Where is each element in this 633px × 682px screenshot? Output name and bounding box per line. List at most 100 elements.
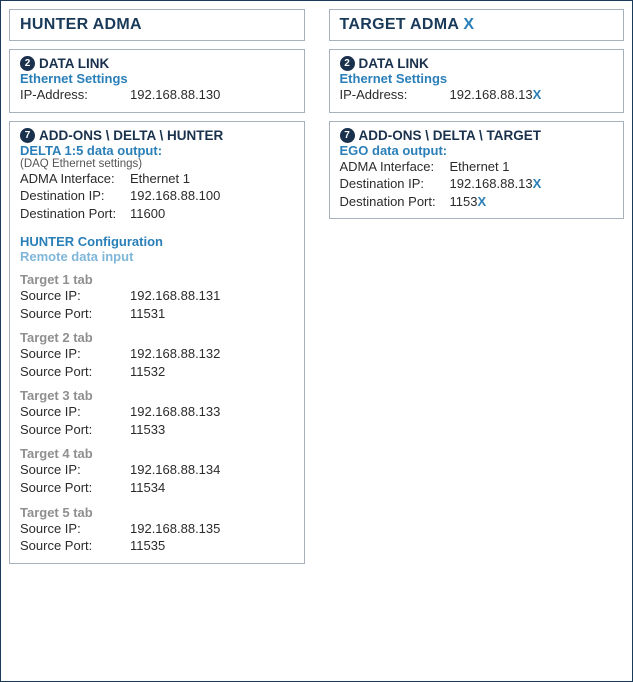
hunter-dport-value: 11600 xyxy=(130,205,165,223)
hunter-target-block: Target 5 tabSource IP:192.168.88.135Sour… xyxy=(20,505,294,555)
target-src-port-row: Source Port:11533 xyxy=(20,421,294,439)
hunter-config-heading: HUNTER Configuration xyxy=(20,234,294,249)
hunter-datalink-card: 2 DATA LINK Ethernet Settings IP-Address… xyxy=(9,49,305,113)
target-ego-sub: EGO data output: xyxy=(340,143,614,158)
target-iface-row: ADMA Interface: Ethernet 1 xyxy=(340,158,614,176)
target-tab-label: Target 5 tab xyxy=(20,505,294,520)
target-dport-row: Destination Port: 1153X xyxy=(340,193,614,211)
target-dip-row: Destination IP: 192.168.88.13X xyxy=(340,175,614,193)
target-datalink-card: 2 DATA LINK Ethernet Settings IP-Address… xyxy=(329,49,625,113)
target-ip-x: X xyxy=(533,87,542,102)
src-port-label: Source Port: xyxy=(20,537,130,555)
target-ip-row: IP-Address: 192.168.88.13X xyxy=(340,86,614,104)
hunter-target-block: Target 4 tabSource IP:192.168.88.134Sour… xyxy=(20,446,294,496)
target-tab-label: Target 4 tab xyxy=(20,446,294,461)
hunter-ethernet-sub: Ethernet Settings xyxy=(20,71,294,86)
hunter-ip-row: IP-Address: 192.168.88.130 xyxy=(20,86,294,104)
src-port-value: 11534 xyxy=(130,479,165,497)
hunter-addons-card: 7 ADD-ONS \ DELTA \ HUNTER DELTA 1:5 dat… xyxy=(9,121,305,564)
target-src-ip-row: Source IP:192.168.88.133 xyxy=(20,403,294,421)
src-ip-label: Source IP: xyxy=(20,461,130,479)
hunter-delta-sub: DELTA 1:5 data output: xyxy=(20,143,294,158)
src-port-value: 11535 xyxy=(130,537,165,555)
src-ip-label: Source IP: xyxy=(20,520,130,538)
hunter-iface-row: ADMA Interface: Ethernet 1 xyxy=(20,170,294,188)
target-dip-x: X xyxy=(533,176,542,191)
src-port-label: Source Port: xyxy=(20,421,130,439)
hunter-datalink-heading: DATA LINK xyxy=(39,56,109,71)
hunter-dip-row: Destination IP: 192.168.88.100 xyxy=(20,187,294,205)
target-iface-value: Ethernet 1 xyxy=(450,158,510,176)
target-column: TARGET ADMA X 2 DATA LINK Ethernet Setti… xyxy=(329,9,625,219)
hunter-targets-list: Target 1 tabSource IP:192.168.88.131Sour… xyxy=(20,272,294,554)
hunter-daq-note: (DAQ Ethernet settings) xyxy=(20,158,294,170)
src-ip-value: 192.168.88.134 xyxy=(130,461,220,479)
target-title-card: TARGET ADMA X xyxy=(329,9,625,41)
src-port-label: Source Port: xyxy=(20,363,130,381)
target-datalink-head: 2 DATA LINK xyxy=(340,56,614,71)
target-ip-label: IP-Address: xyxy=(340,86,450,104)
hunter-title-card: HUNTER ADMA xyxy=(9,9,305,41)
src-ip-value: 192.168.88.133 xyxy=(130,403,220,421)
src-ip-value: 192.168.88.135 xyxy=(130,520,220,538)
src-ip-label: Source IP: xyxy=(20,287,130,305)
hunter-column: HUNTER ADMA 2 DATA LINK Ethernet Setting… xyxy=(9,9,305,564)
target-dport-value: 1153X xyxy=(450,193,487,211)
hunter-ip-value: 192.168.88.130 xyxy=(130,86,220,104)
target-tab-label: Target 3 tab xyxy=(20,388,294,403)
target-dip-prefix: 192.168.88.13 xyxy=(450,176,533,191)
src-port-label: Source Port: xyxy=(20,305,130,323)
target-dip-label: Destination IP: xyxy=(340,175,450,193)
target-dport-label: Destination Port: xyxy=(340,193,450,211)
target-src-ip-row: Source IP:192.168.88.132 xyxy=(20,345,294,363)
target-addons-head: 7 ADD-ONS \ DELTA \ TARGET xyxy=(340,128,614,143)
target-addons-card: 7 ADD-ONS \ DELTA \ TARGET EGO data outp… xyxy=(329,121,625,220)
target-tab-label: Target 2 tab xyxy=(20,330,294,345)
target-ethernet-sub: Ethernet Settings xyxy=(340,71,614,86)
badge-2-icon: 2 xyxy=(340,56,355,71)
target-src-port-row: Source Port:11531 xyxy=(20,305,294,323)
target-title: TARGET ADMA X xyxy=(340,16,614,34)
hunter-datalink-head: 2 DATA LINK xyxy=(20,56,294,71)
hunter-dip-label: Destination IP: xyxy=(20,187,130,205)
hunter-ip-label: IP-Address: xyxy=(20,86,130,104)
hunter-target-block: Target 3 tabSource IP:192.168.88.133Sour… xyxy=(20,388,294,438)
target-src-ip-row: Source IP:192.168.88.135 xyxy=(20,520,294,538)
src-ip-label: Source IP: xyxy=(20,403,130,421)
target-src-port-row: Source Port:11532 xyxy=(20,363,294,381)
src-ip-label: Source IP: xyxy=(20,345,130,363)
badge-7-icon: 7 xyxy=(20,128,35,143)
target-dport-x: X xyxy=(477,194,486,209)
hunter-dport-row: Destination Port: 11600 xyxy=(20,205,294,223)
hunter-iface-value: Ethernet 1 xyxy=(130,170,190,188)
hunter-remote-sub: Remote data input xyxy=(20,249,294,264)
target-dport-prefix: 1153 xyxy=(450,194,478,209)
target-tab-label: Target 1 tab xyxy=(20,272,294,287)
src-ip-value: 192.168.88.132 xyxy=(130,345,220,363)
target-addons-heading: ADD-ONS \ DELTA \ TARGET xyxy=(359,128,542,143)
src-ip-value: 192.168.88.131 xyxy=(130,287,220,305)
target-datalink-heading: DATA LINK xyxy=(359,56,429,71)
target-title-prefix: TARGET ADMA xyxy=(340,16,464,33)
hunter-dport-label: Destination Port: xyxy=(20,205,130,223)
badge-2-icon: 2 xyxy=(20,56,35,71)
target-dip-value: 192.168.88.13X xyxy=(450,175,542,193)
target-title-x: X xyxy=(463,16,474,33)
hunter-target-block: Target 2 tabSource IP:192.168.88.132Sour… xyxy=(20,330,294,380)
target-src-ip-row: Source IP:192.168.88.134 xyxy=(20,461,294,479)
target-ip-value: 192.168.88.13X xyxy=(450,86,542,104)
hunter-title: HUNTER ADMA xyxy=(20,16,294,34)
page: HUNTER ADMA 2 DATA LINK Ethernet Setting… xyxy=(0,0,633,682)
hunter-target-block: Target 1 tabSource IP:192.168.88.131Sour… xyxy=(20,272,294,322)
target-src-port-row: Source Port:11534 xyxy=(20,479,294,497)
hunter-dip-value: 192.168.88.100 xyxy=(130,187,220,205)
target-iface-label: ADMA Interface: xyxy=(340,158,450,176)
src-port-label: Source Port: xyxy=(20,479,130,497)
src-port-value: 11532 xyxy=(130,363,165,381)
hunter-iface-label: ADMA Interface: xyxy=(20,170,130,188)
target-src-port-row: Source Port:11535 xyxy=(20,537,294,555)
target-ip-prefix: 192.168.88.13 xyxy=(450,87,533,102)
src-port-value: 11531 xyxy=(130,305,165,323)
src-port-value: 11533 xyxy=(130,421,165,439)
target-src-ip-row: Source IP:192.168.88.131 xyxy=(20,287,294,305)
